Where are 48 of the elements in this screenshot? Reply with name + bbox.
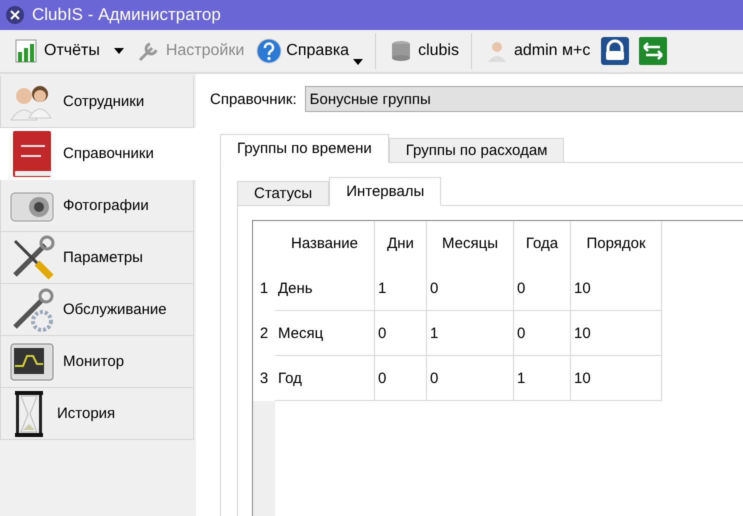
column-header[interactable]: Порядок: [571, 221, 662, 266]
table-cell: День: [275, 266, 375, 311]
sidebar-item[interactable]: Обслуживание: [0, 284, 194, 336]
column-header[interactable]: Название: [275, 221, 375, 266]
table-cell: 0: [514, 266, 571, 311]
column-header[interactable]: Месяцы: [427, 221, 514, 266]
user-button[interactable]: admin м+с: [478, 33, 596, 69]
table-cell: 0: [375, 311, 427, 356]
caret-icon: [114, 48, 124, 54]
sidebar-item[interactable]: Сотрудники: [0, 76, 194, 128]
column-header[interactable]: Года: [514, 221, 571, 266]
tab[interactable]: Интервалы: [329, 177, 442, 206]
table-cell: 1: [514, 356, 571, 401]
sidebar-item[interactable]: Параметры: [0, 232, 194, 284]
sidebar-item[interactable]: Монитор: [0, 336, 194, 388]
directory-field[interactable]: Бонусные группы: [304, 86, 743, 112]
table-cell: 0: [514, 311, 571, 356]
table-cell: 1: [427, 311, 514, 356]
table-cell: 0: [427, 266, 514, 311]
help-icon: [256, 38, 282, 64]
sidebar-item[interactable]: Справочники: [0, 128, 196, 180]
field-label: Справочник:: [210, 90, 297, 108]
table-cell: 10: [571, 356, 662, 401]
database-button[interactable]: clubis: [382, 33, 465, 69]
row-number: 2: [258, 324, 270, 344]
sidebar-item[interactable]: История: [0, 388, 194, 440]
table-cell: 0: [375, 356, 427, 401]
tab[interactable]: Группы по расходам: [388, 138, 564, 163]
column-header[interactable]: Дни: [375, 221, 427, 266]
row-number: 1: [258, 279, 270, 299]
reports-button[interactable]: Отчёты: [8, 33, 130, 69]
row-number: 3: [258, 369, 270, 389]
tab[interactable]: Статусы: [237, 181, 330, 206]
monitor-icon: [9, 342, 55, 382]
sidebar-item[interactable]: Фотографии: [0, 180, 194, 232]
table-cell: 10: [571, 311, 662, 356]
table-cell: Год: [275, 356, 375, 401]
table-cell: 10: [571, 266, 662, 311]
help-button[interactable]: Справка: [250, 33, 370, 69]
app-icon: [6, 6, 24, 24]
caret-icon: [353, 59, 364, 65]
window-title: ClubIS - Администратор: [32, 5, 221, 25]
table-cell: 1: [375, 266, 427, 311]
table-cell: Месяц: [275, 311, 375, 356]
exchange-button[interactable]: [638, 36, 668, 66]
tab[interactable]: Группы по времени: [220, 134, 389, 163]
table-cell: 0: [427, 356, 514, 401]
lock-button[interactable]: [600, 36, 630, 66]
